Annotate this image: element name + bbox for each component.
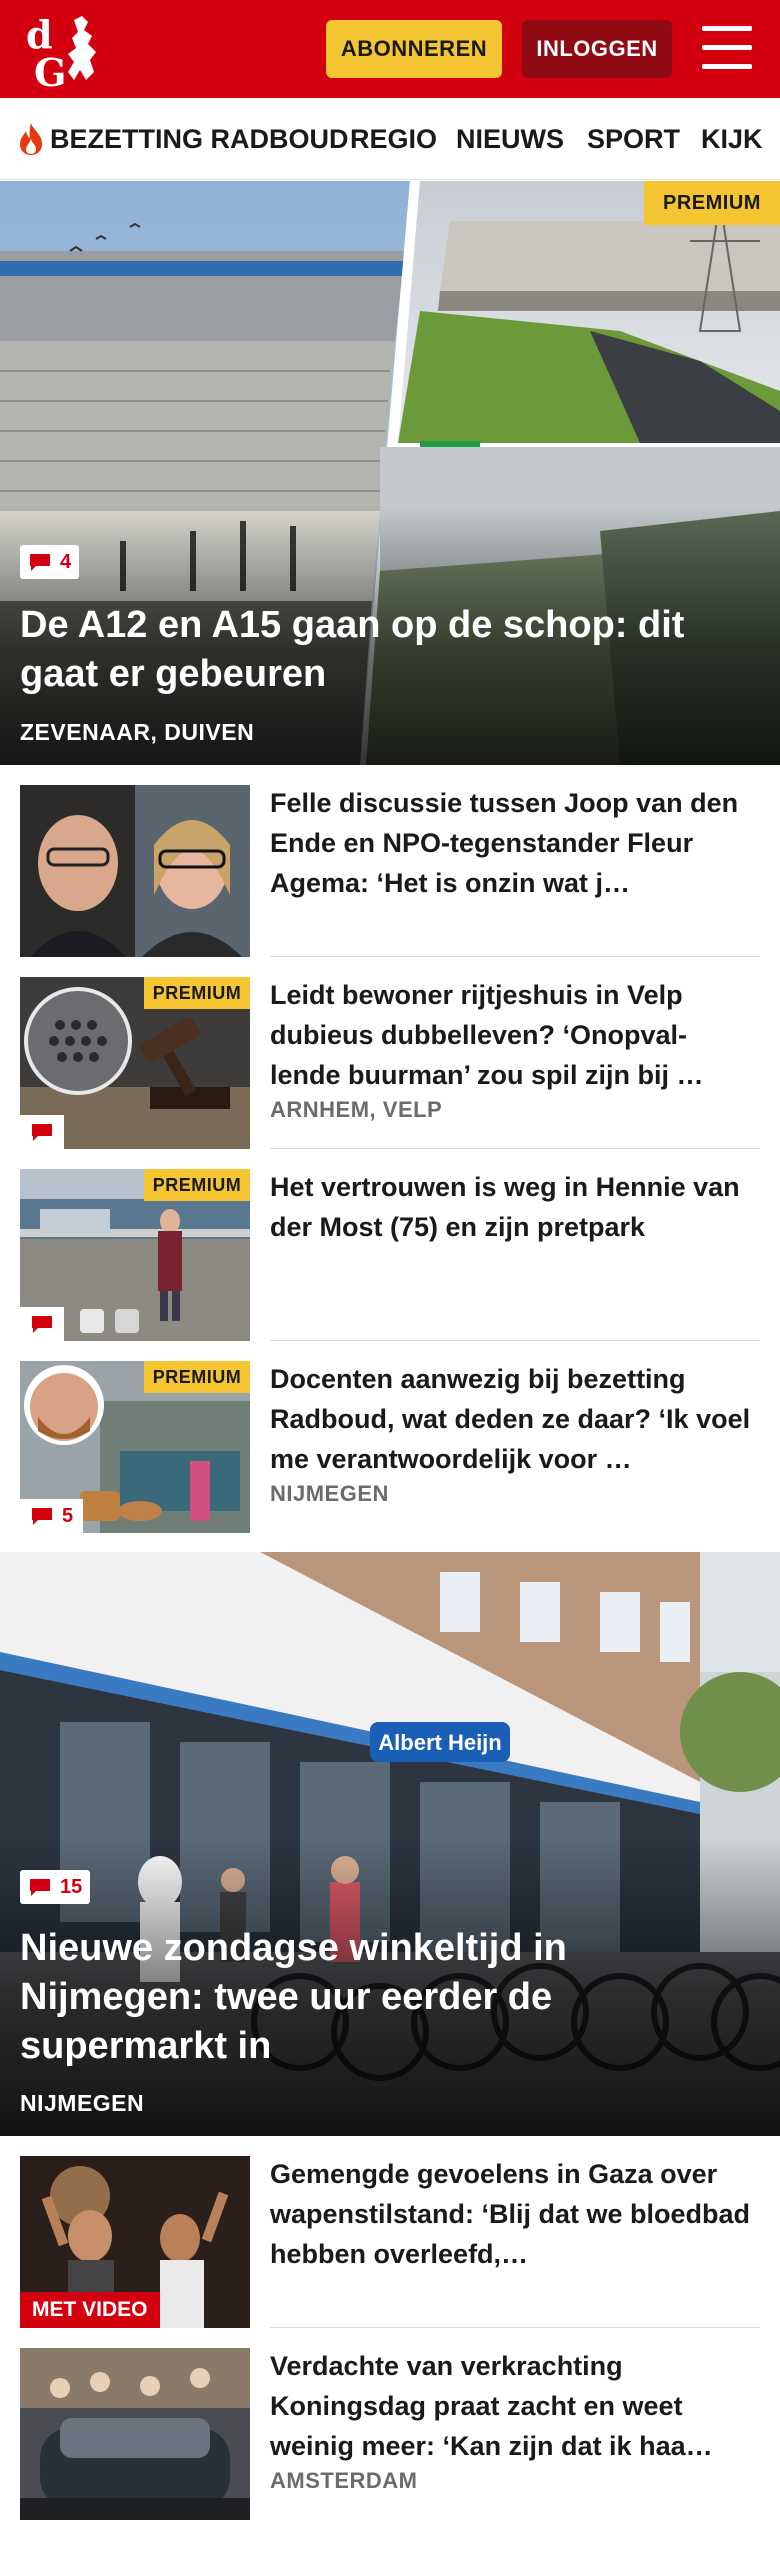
site-logo[interactable]: d G bbox=[22, 10, 122, 95]
premium-badge: PREMIUM bbox=[144, 1169, 250, 1201]
comment-count-badge[interactable] bbox=[20, 1115, 64, 1149]
article-thumbnail: PREMIUM bbox=[20, 977, 250, 1149]
video-badge: MET VIDEO bbox=[20, 2292, 160, 2328]
comment-count-badge[interactable]: 15 bbox=[20, 1870, 91, 1904]
article-row[interactable]: PREMIUM 5 Docenten aanwezig bij bezettin… bbox=[0, 1341, 780, 1533]
nav-item-sport[interactable]: SPORT bbox=[587, 98, 680, 179]
article-row[interactable]: PREMIUM Het vertrouwen is weg in Hennie … bbox=[0, 1149, 780, 1341]
article-thumbnail bbox=[20, 2348, 250, 2520]
comment-count: 15 bbox=[60, 1875, 83, 1898]
premium-badge: PREMIUM bbox=[644, 181, 780, 225]
comment-icon bbox=[32, 1316, 52, 1333]
article-thumbnail: PREMIUM bbox=[20, 1169, 250, 1341]
hero-location: NIJMEGEN bbox=[20, 2090, 145, 2116]
comment-count-badge[interactable] bbox=[20, 1307, 64, 1341]
hero-headline[interactable]: De A12 en A15 gaan op de schop: dit gaat… bbox=[20, 601, 750, 699]
comment-icon bbox=[32, 1124, 52, 1141]
comment-count: 5 bbox=[62, 1504, 74, 1527]
nav-item-regio[interactable]: REGIO bbox=[350, 98, 437, 179]
premium-badge: PREMIUM bbox=[144, 977, 250, 1009]
nav-item-kijk[interactable]: KIJK bbox=[701, 98, 763, 179]
article-row[interactable]: Felle discussie tussen Joop van den Ende… bbox=[0, 765, 780, 957]
hero-location: ZEVENAAR, DUIVEN bbox=[20, 719, 255, 745]
article-headline[interactable]: Felle discussie tussen Joop van den Ende… bbox=[270, 783, 756, 903]
nav-item-bezetting-radboud[interactable]: BEZETTING RADBOUD bbox=[18, 98, 349, 179]
comment-count-badge[interactable]: 5 bbox=[20, 1499, 84, 1533]
article-thumbnail: MET VIDEO bbox=[20, 2156, 250, 2328]
article-headline[interactable]: Docenten aanwezig bij bezetting Radboud,… bbox=[270, 1359, 756, 1479]
comment-icon bbox=[32, 1508, 52, 1525]
article-row[interactable]: Verdachte van verkrachting Koningsdag pr… bbox=[0, 2328, 780, 2520]
article-thumbnail bbox=[20, 785, 250, 957]
article-headline[interactable]: Leidt bewoner rijtjeshuis in Velp dubieu… bbox=[270, 975, 756, 1095]
article-row[interactable]: PREMIUM Leidt bewoner rijtjeshuis in Vel… bbox=[0, 957, 780, 1149]
comment-icon bbox=[30, 554, 50, 571]
hero-article-zondag[interactable]: Albert Heijn 15 Nieuwe zondagse winkelti… bbox=[0, 1552, 780, 2136]
article-headline[interactable]: Gemengde gevoelens in Gaza over wapensti… bbox=[270, 2154, 756, 2274]
article-location: AMSTERDAM bbox=[270, 2468, 418, 2493]
premium-badge: PREMIUM bbox=[144, 1361, 250, 1393]
subscribe-button[interactable]: ABONNEREN bbox=[326, 20, 502, 78]
comment-count: 4 bbox=[60, 550, 72, 573]
menu-icon[interactable] bbox=[700, 24, 754, 72]
article-location: NIJMEGEN bbox=[270, 1481, 389, 1506]
hero-headline[interactable]: Nieuwe zondagse winkeltijd in Nijmegen: … bbox=[20, 1924, 750, 2071]
flame-icon bbox=[20, 123, 42, 155]
article-thumbnail: PREMIUM 5 bbox=[20, 1361, 250, 1533]
login-button[interactable]: INLOGGEN bbox=[522, 20, 672, 78]
site-header: d G ABONNEREN INLOGGEN bbox=[0, 0, 780, 98]
nav-item-nieuws[interactable]: NIEUWS bbox=[456, 98, 564, 179]
comment-icon bbox=[30, 1879, 50, 1896]
nav-label: BEZETTING RADBOUD bbox=[50, 123, 349, 154]
section-nav: BEZETTING RADBOUD REGIO NIEUWS SPORT KIJ… bbox=[0, 98, 780, 180]
comment-count-badge[interactable]: 4 bbox=[20, 545, 80, 579]
article-location: ARNHEM, VELP bbox=[270, 1097, 443, 1122]
article-headline[interactable]: Verdachte van verkrachting Koningsdag pr… bbox=[270, 2346, 756, 2466]
hero-article-a12[interactable]: PREMIUM 4 De A12 en A15 gaan op de schop… bbox=[0, 181, 780, 765]
article-row[interactable]: MET VIDEO Gemengde gevoelens in Gaza ove… bbox=[0, 2136, 780, 2328]
svg-text:G: G bbox=[34, 50, 66, 90]
article-headline[interactable]: Het vertrouwen is weg in Hennie van der … bbox=[270, 1167, 756, 1247]
store-sign: Albert Heijn bbox=[378, 1730, 501, 1755]
